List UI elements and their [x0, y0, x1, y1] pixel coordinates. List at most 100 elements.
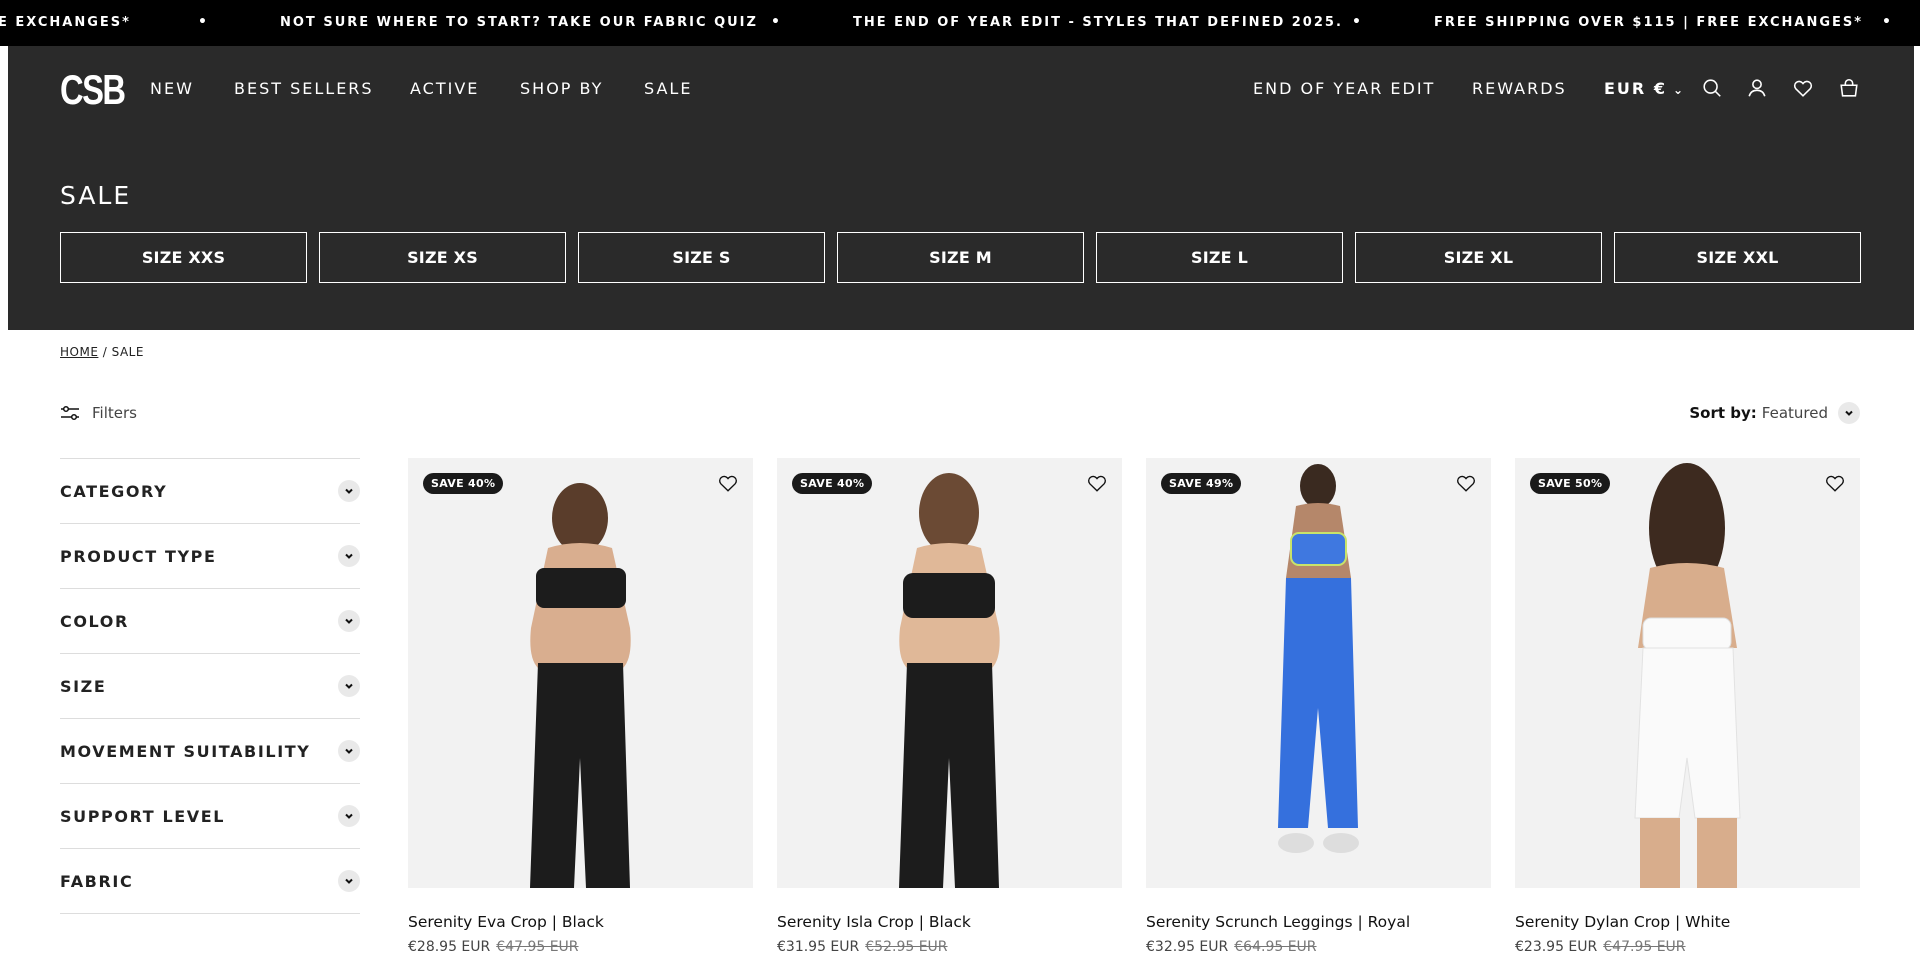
wishlist-heart-icon[interactable] — [717, 472, 739, 494]
cart-icon[interactable] — [1838, 77, 1860, 99]
filters-label: Filters — [92, 404, 137, 422]
nav-item-best-sellers[interactable]: BEST SELLERS — [234, 79, 374, 98]
breadcrumb-home[interactable]: HOME — [60, 345, 98, 359]
facet-size[interactable]: SIZE — [60, 654, 360, 719]
currency-selector[interactable]: EUR € ⌄ — [1604, 79, 1685, 98]
facet-movement-suitability[interactable]: MOVEMENT SUITABILITY — [60, 719, 360, 784]
facet-label: CATEGORY — [60, 481, 168, 501]
facet-category[interactable]: CATEGORY — [60, 459, 360, 524]
discount-badge: SAVE 49% — [1161, 473, 1242, 494]
product-price: €28.95 EUR €47.95 EUR — [408, 939, 753, 953]
facet-color[interactable]: COLOR — [60, 589, 360, 654]
nav-item-sale[interactable]: SALE — [644, 79, 692, 98]
facet-product-type[interactable]: PRODUCT TYPE — [60, 524, 360, 589]
nav-item-active[interactable]: ACTIVE — [410, 79, 479, 98]
facet-fabric[interactable]: FABRIC — [60, 849, 360, 914]
product-price: €31.95 EUR €52.95 EUR — [777, 939, 1122, 953]
nav-item-end-of-year-edit[interactable]: END OF YEAR EDIT — [1253, 79, 1435, 98]
chevron-down-icon — [338, 740, 360, 762]
filters-button[interactable]: Filters — [60, 404, 137, 422]
breadcrumb: HOME / SALE — [60, 345, 144, 359]
facet-label: SIZE — [60, 676, 107, 696]
product-image[interactable]: SAVE 40% — [777, 458, 1122, 888]
logo[interactable]: CSB — [60, 66, 126, 114]
chevron-down-icon — [338, 480, 360, 502]
chevron-down-icon: ⌄ — [1672, 83, 1686, 97]
search-icon[interactable] — [1701, 77, 1723, 99]
nav-item-rewards[interactable]: REWARDS — [1472, 79, 1567, 98]
announcement-separator: • — [1882, 14, 1893, 30]
size-filter-s[interactable]: SIZE S — [578, 232, 825, 283]
facet-label: COLOR — [60, 611, 129, 631]
wishlist-heart-icon[interactable] — [1086, 472, 1108, 494]
sale-price: €31.95 EUR — [777, 939, 860, 953]
nav-item-shop-by[interactable]: SHOP BY — [520, 79, 603, 98]
filters-icon — [61, 405, 79, 421]
announcement-message[interactable]: E EXCHANGES* — [0, 15, 131, 30]
discount-badge: SAVE 40% — [792, 473, 873, 494]
nav-item-new[interactable]: NEW — [150, 79, 194, 98]
facet-label: SUPPORT LEVEL — [60, 806, 226, 826]
facet-label: FABRIC — [60, 871, 134, 891]
product-photo — [530, 483, 631, 888]
product-card[interactable]: SAVE 40% Serenity Eva Crop | Black €28.9… — [408, 458, 753, 953]
page-title: SALE — [60, 181, 132, 210]
size-filter-l[interactable]: SIZE L — [1096, 232, 1343, 283]
sale-price: €23.95 EUR — [1515, 939, 1598, 953]
wishlist-heart-icon[interactable] — [1455, 472, 1477, 494]
product-image[interactable]: SAVE 49% — [1146, 458, 1491, 888]
account-icon[interactable] — [1746, 77, 1768, 99]
size-filter-xxs[interactable]: SIZE XXS — [60, 232, 307, 283]
compare-price: €52.95 EUR — [865, 939, 948, 953]
breadcrumb-current: SALE — [111, 345, 144, 359]
product-title[interactable]: Serenity Isla Crop | Black — [777, 913, 1122, 931]
announcement-message[interactable]: NOT SURE WHERE TO START? TAKE OUR FABRIC… — [280, 15, 758, 30]
size-filter-xs[interactable]: SIZE XS — [319, 232, 566, 283]
chevron-down-icon — [338, 610, 360, 632]
chevron-down-icon — [1838, 402, 1860, 424]
compare-price: €47.95 EUR — [1603, 939, 1686, 953]
announcement-separator: • — [771, 14, 782, 30]
compare-price: €64.95 EUR — [1234, 939, 1317, 953]
compare-price: €47.95 EUR — [496, 939, 579, 953]
facet-label: PRODUCT TYPE — [60, 546, 217, 566]
product-price: €32.95 EUR €64.95 EUR — [1146, 939, 1491, 953]
product-title[interactable]: Serenity Dylan Crop | White — [1515, 913, 1860, 931]
chevron-down-icon — [338, 870, 360, 892]
announcement-bar: E EXCHANGES* • NOT SURE WHERE TO START? … — [0, 0, 1920, 46]
sort-dropdown[interactable]: Sort by: Featured — [1689, 402, 1860, 424]
size-filter-xxl[interactable]: SIZE XXL — [1614, 232, 1861, 283]
product-title[interactable]: Serenity Eva Crop | Black — [408, 913, 753, 931]
breadcrumb-separator: / — [102, 345, 108, 359]
product-photo — [1634, 463, 1741, 888]
facet-support-level[interactable]: SUPPORT LEVEL — [60, 784, 360, 849]
sort-value: Featured — [1761, 404, 1828, 422]
announcement-message[interactable]: THE END OF YEAR EDIT - STYLES THAT DEFIN… — [853, 15, 1343, 30]
product-image[interactable]: SAVE 40% — [408, 458, 753, 888]
currency-label: EUR € — [1604, 79, 1667, 98]
chevron-down-icon — [338, 545, 360, 567]
discount-badge: SAVE 40% — [423, 473, 504, 494]
product-card[interactable]: SAVE 50% Serenity Dylan Crop | White €23… — [1515, 458, 1860, 953]
filter-sidebar: CATEGORY PRODUCT TYPE COLOR SIZE MOVEMEN… — [60, 458, 360, 914]
product-price: €23.95 EUR €47.95 EUR — [1515, 939, 1860, 953]
product-title[interactable]: Serenity Scrunch Leggings | Royal — [1146, 913, 1491, 931]
wishlist-heart-icon[interactable] — [1824, 472, 1846, 494]
announcement-separator: • — [1352, 14, 1363, 30]
chevron-down-icon — [338, 675, 360, 697]
product-card[interactable]: SAVE 40% Serenity Isla Crop | Black €31.… — [777, 458, 1122, 953]
collection-header: CSB NEW BEST SELLERS ACTIVE SHOP BY SALE… — [8, 46, 1914, 330]
wishlist-icon[interactable] — [1792, 77, 1814, 99]
product-photo — [1278, 464, 1359, 853]
chevron-down-icon — [338, 805, 360, 827]
size-filter-m[interactable]: SIZE M — [837, 232, 1084, 283]
facet-label: MOVEMENT SUITABILITY — [60, 741, 311, 761]
sort-label: Sort by: — [1689, 404, 1757, 422]
sale-price: €28.95 EUR — [408, 939, 491, 953]
product-image[interactable]: SAVE 50% — [1515, 458, 1860, 888]
announcement-message[interactable]: FREE SHIPPING OVER $115 | FREE EXCHANGES… — [1434, 15, 1863, 30]
size-filter-xl[interactable]: SIZE XL — [1355, 232, 1602, 283]
discount-badge: SAVE 50% — [1530, 473, 1611, 494]
product-card[interactable]: SAVE 49% Serenity Scrunch Leggings | Roy… — [1146, 458, 1491, 953]
sale-price: €32.95 EUR — [1146, 939, 1229, 953]
